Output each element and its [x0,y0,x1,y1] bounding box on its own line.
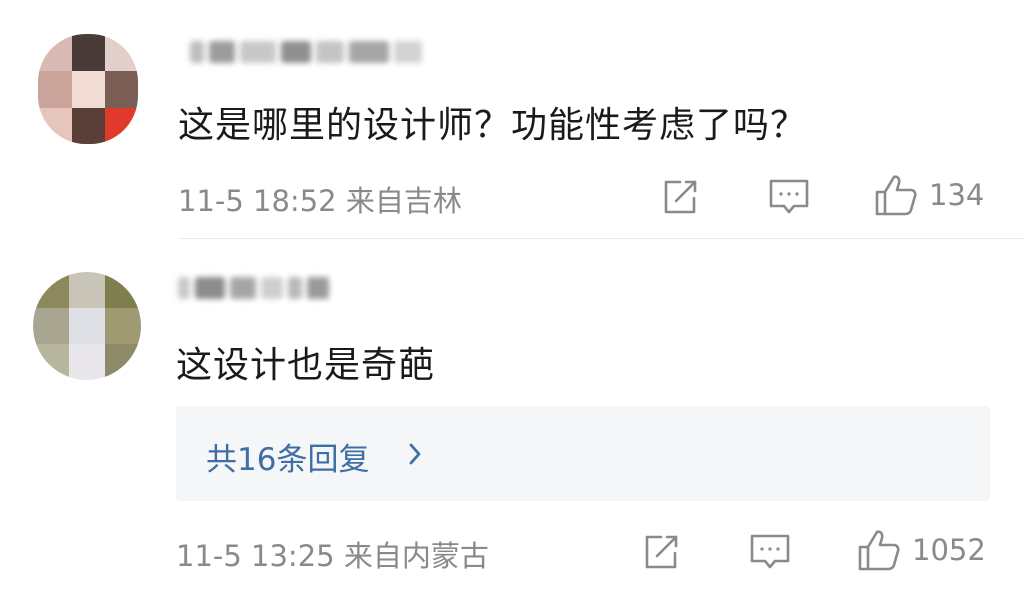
like-button[interactable]: 1052 [856,527,986,573]
divider [178,238,1024,239]
share-icon [664,180,697,214]
share-button[interactable] [641,532,681,572]
share-button[interactable] [660,177,700,217]
username-blurred[interactable] [190,30,427,74]
like-count: 1052 [912,533,986,567]
comment-text: 这设计也是奇葩 [176,345,436,386]
like-count: 134 [929,178,985,212]
comment-icon [769,179,809,214]
comment-text: 这是哪里的设计师？功能性考虑了吗？ [178,105,808,146]
comment-item: 这是哪里的设计师？功能性考虑了吗？ 11-5 18:52 来自吉林 134 [0,0,1024,240]
thumb-up-icon [875,175,917,216]
avatar[interactable] [38,34,138,144]
like-button[interactable]: 134 [873,172,984,218]
comment-meta: 11-5 18:52 来自吉林 [178,184,462,218]
chevron-right-icon [409,443,421,465]
username-blurred[interactable] [178,270,334,306]
share-icon [645,535,678,569]
comment-icon [750,534,790,569]
thumb-up-icon [858,530,900,571]
view-replies-button[interactable]: 共16条回复 [176,406,990,501]
comment-button[interactable] [768,177,810,217]
comment-item: 这设计也是奇葩 共16条回复 11-5 13:25 来自内蒙古 1052 [0,240,1024,597]
comment-button[interactable] [749,532,791,572]
avatar[interactable] [33,272,141,380]
comment-meta: 11-5 13:25 来自内蒙古 [176,539,489,573]
reply-count-label: 共16条回复 [206,442,370,478]
